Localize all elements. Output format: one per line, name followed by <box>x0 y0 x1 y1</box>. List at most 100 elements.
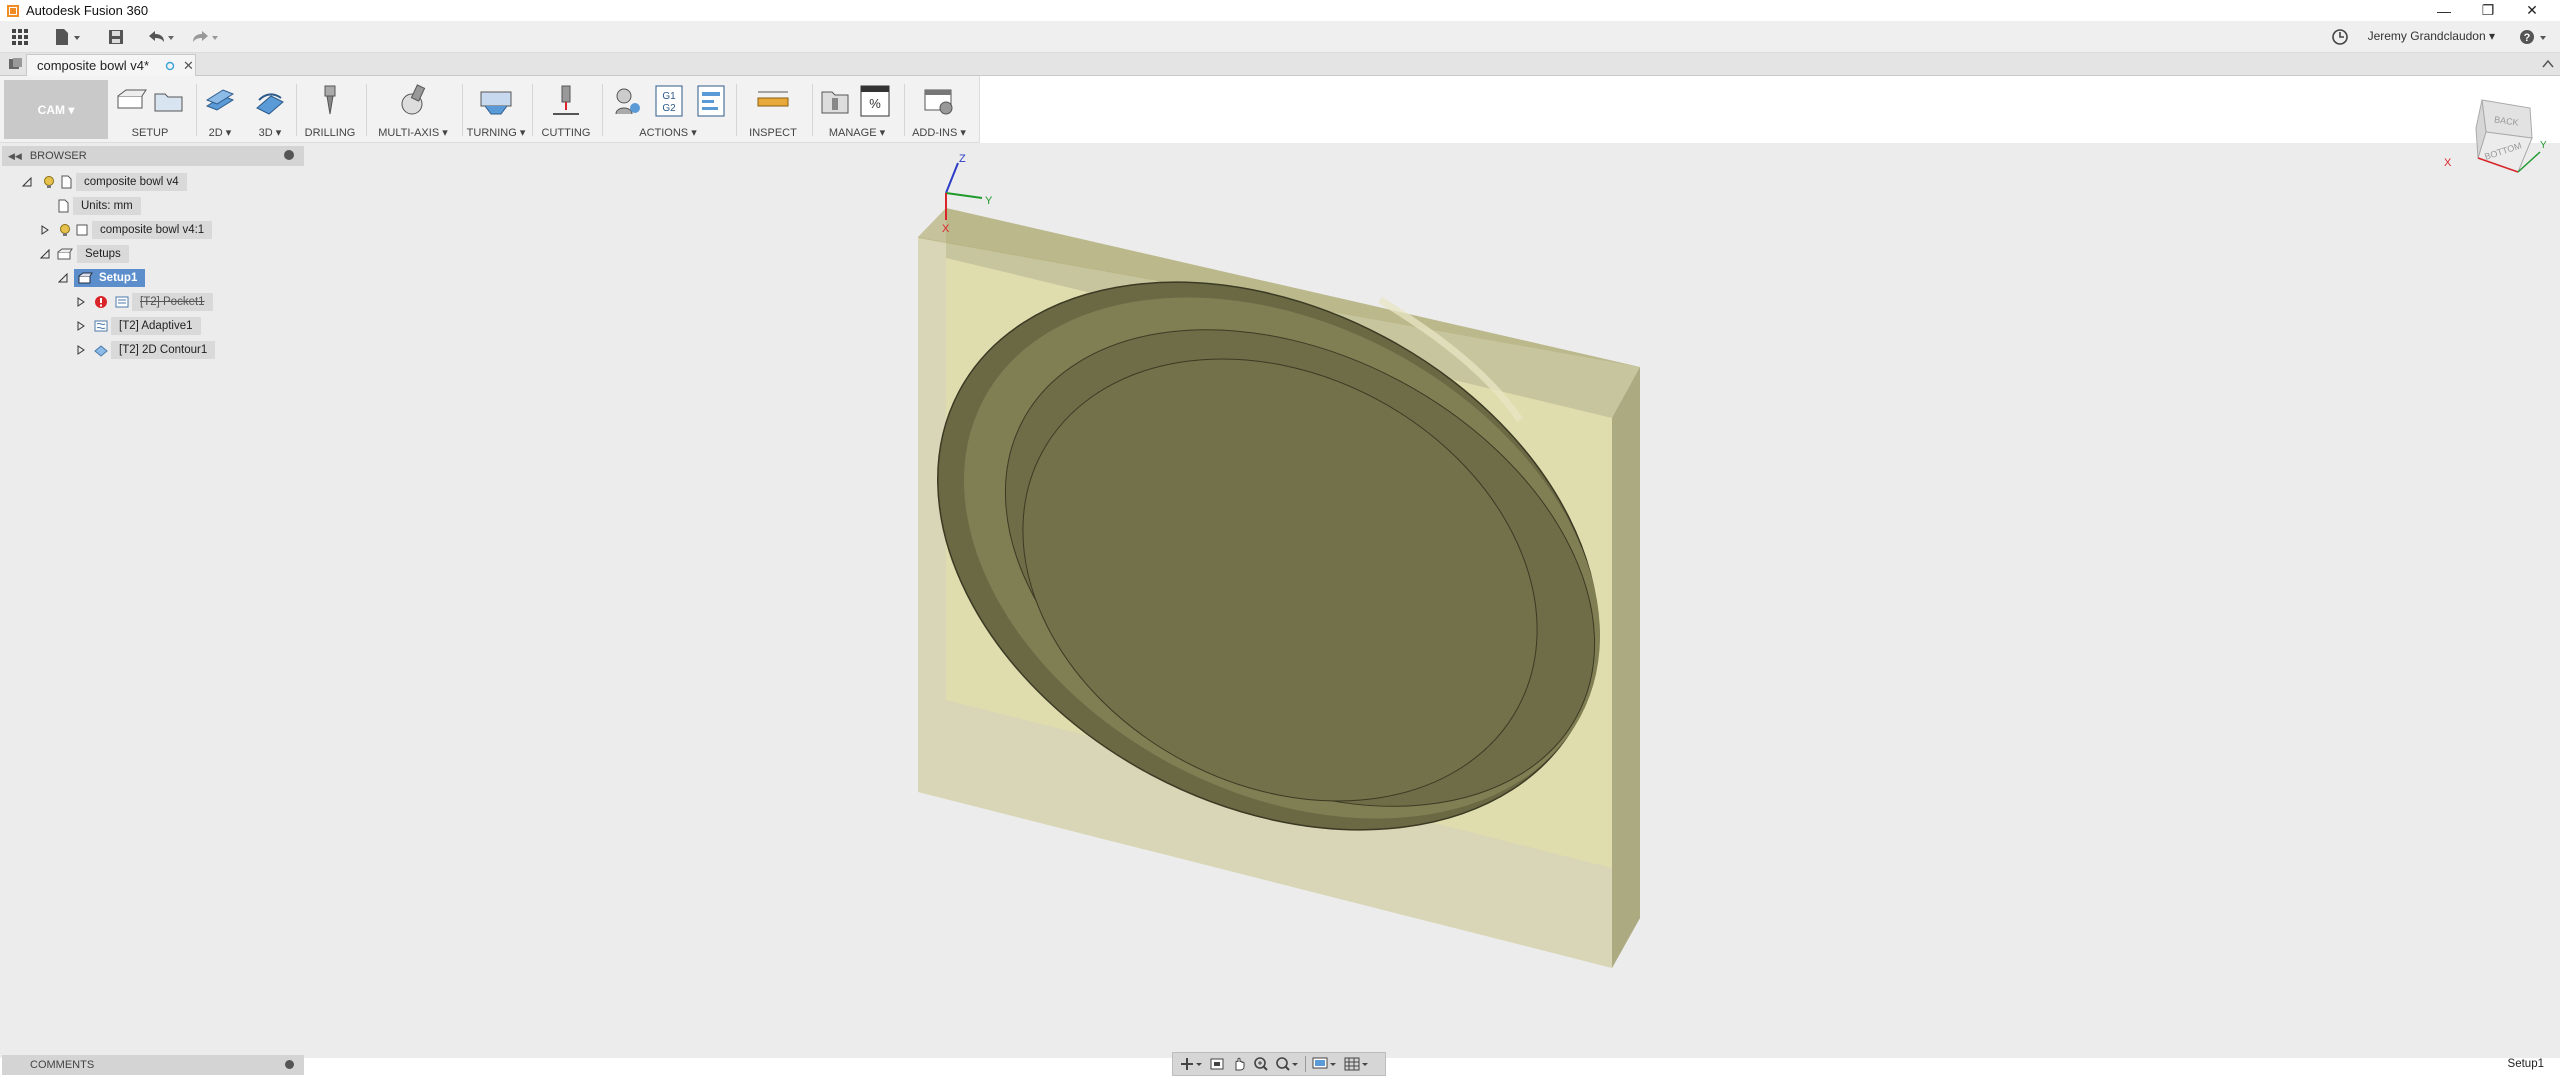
apps-grid-icon[interactable] <box>8 25 32 49</box>
workspace-switcher[interactable]: CAM ▾ <box>4 80 108 139</box>
expand-triangle-icon[interactable] <box>56 271 70 285</box>
3d-icon <box>256 93 284 115</box>
document-tab[interactable]: composite bowl v4* ✕ <box>26 54 196 76</box>
tree-op-adaptive1[interactable]: [T2] Adaptive1 <box>74 316 201 336</box>
grid-settings-icon[interactable] <box>1344 1056 1370 1072</box>
tree-op-pocket1-label: [T2] Pocket1 <box>132 293 213 311</box>
data-panel-icon[interactable] <box>8 57 24 71</box>
look-at-icon[interactable] <box>1209 1056 1225 1072</box>
comments-panel-header[interactable]: COMMENTS <box>2 1055 304 1075</box>
view-cube[interactable]: BACK BOTTOM X Y <box>2440 92 2550 182</box>
cutting-group[interactable]: CUTTING <box>536 76 596 143</box>
workspace-label: CAM <box>37 102 65 117</box>
3d-group[interactable]: 3D ▾ <box>250 76 290 143</box>
sync-status-icon <box>165 61 175 70</box>
visibility-bulb-icon[interactable] <box>58 223 72 237</box>
add-ins-icon <box>924 89 953 115</box>
multi-axis-group[interactable]: MULTI-AXIS ▾ <box>370 76 456 143</box>
inspect-label: INSPECT <box>749 127 797 139</box>
tool-library-icon <box>821 91 849 114</box>
save-icon[interactable] <box>104 25 128 49</box>
tree-units[interactable]: Units: mm <box>40 196 141 216</box>
expand-triangle-icon[interactable] <box>20 175 34 189</box>
multi-axis-label: MULTI-AXIS ▾ <box>378 127 448 139</box>
manage-group[interactable]: % MANAGE ▾ <box>816 76 898 143</box>
tree-setups[interactable]: Setups <box>38 244 129 264</box>
axis-z-label: Z <box>959 153 966 165</box>
drilling-label: DRILLING <box>304 127 356 139</box>
expand-triangle-icon[interactable] <box>38 247 52 261</box>
expand-triangle-icon[interactable] <box>74 319 88 333</box>
graphics-viewport[interactable]: Z Y X <box>0 143 2560 1058</box>
setup-sheet-icon <box>697 85 725 117</box>
turning-label: TURNING ▾ <box>466 127 526 139</box>
minimize-icon[interactable]: — <box>2424 0 2464 21</box>
expand-triangle-icon[interactable] <box>74 343 88 357</box>
user-menu[interactable]: Jeremy Grandclaudon ▾ <box>2368 29 2495 43</box>
contour-op-icon <box>94 345 108 357</box>
clock-icon[interactable] <box>2328 25 2352 49</box>
adaptive-op-icon <box>94 320 108 332</box>
collapse-browser-icon[interactable]: ◀◀ <box>8 151 22 162</box>
svg-text:?: ? <box>2524 32 2531 44</box>
collapse-icon[interactable] <box>2542 59 2554 69</box>
folder-icon <box>154 93 183 112</box>
pan-icon[interactable] <box>1231 1056 1247 1072</box>
document-tab-bar: composite bowl v4* ✕ <box>0 53 2560 76</box>
visibility-bulb-icon[interactable] <box>42 175 56 189</box>
close-tab-icon[interactable]: ✕ <box>183 58 194 74</box>
display-settings-icon[interactable] <box>1312 1056 1338 1072</box>
actions-label: ACTIONS ▾ <box>639 127 697 139</box>
redo-icon[interactable] <box>188 25 222 49</box>
inspect-group[interactable]: INSPECT <box>740 76 806 143</box>
tree-op-adaptive1-label: [T2] Adaptive1 <box>111 317 201 335</box>
tree-setup1[interactable]: Setup1 <box>56 268 146 288</box>
restore-icon[interactable]: ❐ <box>2468 0 2508 21</box>
svg-text:%: % <box>869 96 881 111</box>
help-icon[interactable]: ? <box>2516 25 2552 49</box>
setup-icon <box>117 89 147 109</box>
browser-panel-header[interactable]: ◀◀ BROWSER <box>2 146 304 166</box>
viewcube-x-label: X <box>2444 157 2452 169</box>
turning-group[interactable]: TURNING ▾ <box>466 76 526 143</box>
cutting-label: CUTTING <box>541 127 591 139</box>
stock-side-face <box>1612 367 1640 968</box>
expand-triangle-icon[interactable] <box>38 223 52 237</box>
model-canvas[interactable]: Z Y X <box>0 143 2560 1058</box>
fit-icon[interactable] <box>1275 1056 1299 1072</box>
2d-group[interactable]: 2D ▾ <box>200 76 240 143</box>
expand-triangle-icon[interactable] <box>74 295 88 309</box>
title-bar: Autodesk Fusion 360 — ❐ ✕ <box>0 0 2560 21</box>
drill-icon <box>324 85 336 115</box>
file-icon[interactable] <box>50 25 84 49</box>
setup-group[interactable]: SETUP <box>110 76 190 143</box>
measure-icon <box>757 91 789 107</box>
add-ins-group[interactable]: ADD-INS ▾ <box>908 76 970 143</box>
setup1-selected[interactable]: Setup1 <box>74 269 146 287</box>
simulate-icon <box>615 88 640 115</box>
3d-label: 3D ▾ <box>258 127 282 139</box>
manage-label: MANAGE ▾ <box>828 127 886 139</box>
tree-op-contour1[interactable]: [T2] 2D Contour1 <box>74 340 216 360</box>
tree-root[interactable]: composite bowl v4 <box>20 172 187 192</box>
close-icon[interactable]: ✕ <box>2512 0 2552 21</box>
comments-add-icon[interactable] <box>285 1060 294 1069</box>
drilling-group[interactable]: DRILLING <box>300 76 360 143</box>
tree-component[interactable]: composite bowl v4:1 <box>38 220 213 240</box>
tree-setups-label: Setups <box>77 245 129 263</box>
pocket-op-icon <box>115 296 129 308</box>
pin-icon[interactable] <box>284 150 294 160</box>
zoom-icon[interactable] <box>1253 1056 1269 1072</box>
undo-icon[interactable] <box>144 25 178 49</box>
actions-group[interactable]: G1 G2 ACTIONS ▾ <box>606 76 730 143</box>
2d-label: 2D ▾ <box>208 127 232 139</box>
setup-label: SETUP <box>131 127 169 139</box>
comments-title: COMMENTS <box>30 1059 95 1071</box>
document-tab-label: composite bowl v4* <box>37 58 149 73</box>
tree-setup1-label: Setup1 <box>99 272 138 284</box>
setups-folder-icon <box>57 248 73 260</box>
tree-op-pocket1[interactable]: [T2] Pocket1 <box>74 292 213 312</box>
orbit-icon[interactable] <box>1179 1056 1203 1072</box>
units-doc-icon <box>58 199 69 213</box>
cutting-icon <box>553 85 579 115</box>
